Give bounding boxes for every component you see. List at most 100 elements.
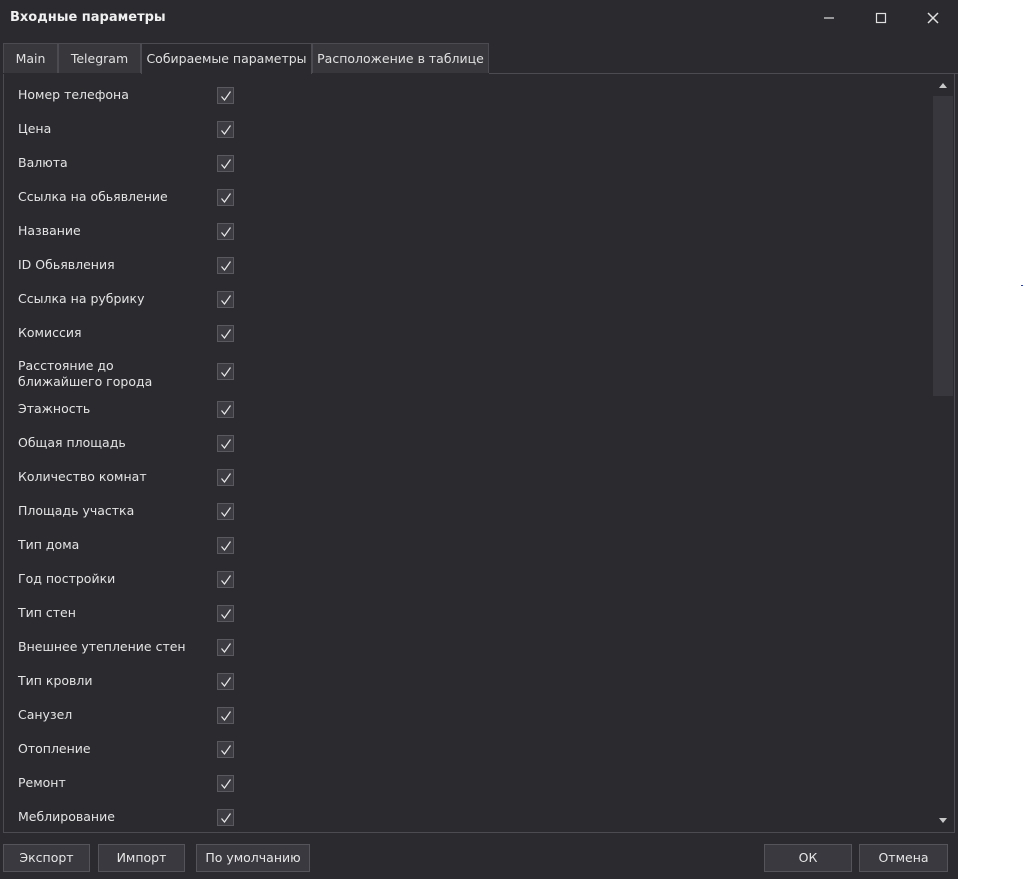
param-row: Санузел: [18, 702, 238, 736]
param-checkbox[interactable]: [217, 290, 234, 308]
param-row: Цена: [18, 116, 238, 150]
param-checkbox[interactable]: [217, 154, 234, 172]
param-label: Валюта: [18, 155, 68, 170]
checkmark-icon: [221, 158, 231, 169]
checkmark-icon: [221, 642, 231, 653]
param-label: Ремонт: [18, 775, 66, 790]
minimize-button[interactable]: [816, 6, 842, 30]
param-row: Общая площадь: [18, 430, 238, 464]
param-checkbox[interactable]: [217, 188, 234, 206]
param-checkbox[interactable]: [217, 502, 234, 520]
param-row: Отопление: [18, 736, 238, 770]
param-row: Расстояние до ближайшего города: [18, 354, 238, 396]
param-row: Тип стен: [18, 600, 238, 634]
tab-telegram[interactable]: Telegram: [58, 43, 141, 73]
checkmark-icon: [221, 90, 231, 101]
checkmark-icon: [221, 744, 231, 755]
param-row: Номер телефона: [18, 82, 238, 116]
defaults-button[interactable]: По умолчанию: [196, 844, 310, 872]
param-label: Внешнее утепление стен: [18, 639, 186, 654]
checkmark-icon: [221, 124, 231, 135]
checkmark-icon: [221, 778, 231, 789]
param-label: Меблирование: [18, 809, 115, 824]
param-row: Меблирование: [18, 804, 238, 832]
button-bar: Экспорт Импорт По умолчанию ОК Отмена: [0, 833, 958, 879]
checkmark-icon: [221, 404, 231, 415]
param-row: ID Обьявления: [18, 252, 238, 286]
checkmark-icon: [221, 710, 231, 721]
scroll-up-icon[interactable]: [937, 80, 949, 90]
params-panel: Номер телефона Цена Валюта Ссылка на обьявл…: [3, 74, 955, 833]
param-checkbox[interactable]: [217, 604, 234, 622]
param-label: Общая площадь: [18, 435, 126, 450]
param-checkbox[interactable]: [217, 774, 234, 792]
param-checkbox[interactable]: [217, 400, 234, 418]
param-label: Тип дома: [18, 537, 80, 552]
param-checkbox[interactable]: [217, 86, 234, 104]
param-row: Название: [18, 218, 238, 252]
param-label: Тип кровли: [18, 673, 93, 688]
tab-table-layout[interactable]: Расположение в таблице: [312, 43, 489, 73]
param-checkbox[interactable]: [217, 362, 234, 380]
param-label: Этажность: [18, 401, 91, 416]
param-checkbox[interactable]: [217, 740, 234, 758]
param-label: ID Обьявления: [18, 257, 115, 272]
param-label: Количество комнат: [18, 469, 147, 484]
close-button[interactable]: [920, 6, 946, 30]
param-row: Год постройки: [18, 566, 238, 600]
tab-main[interactable]: Main: [3, 43, 58, 73]
param-label: Тип стен: [18, 605, 76, 620]
checkmark-icon: [221, 260, 231, 271]
tab-collected-params[interactable]: Собираемые параметры: [141, 43, 312, 74]
checkmark-icon: [221, 812, 231, 823]
scrollbar-thumb[interactable]: [933, 96, 953, 396]
param-label: Комиссия: [18, 325, 82, 340]
checkmark-icon: [221, 366, 231, 377]
checkmark-icon: [221, 226, 231, 237]
param-row: Тип кровли: [18, 668, 238, 702]
param-checkbox[interactable]: [217, 434, 234, 452]
param-checkbox[interactable]: [217, 222, 234, 240]
checkmark-icon: [221, 438, 231, 449]
cancel-button[interactable]: Отмена: [859, 844, 948, 872]
checkmark-icon: [221, 506, 231, 517]
param-label: Площадь участка: [18, 503, 135, 518]
param-label: Санузел: [18, 707, 73, 722]
param-label: Ссылка на обьявление: [18, 189, 168, 204]
param-label: Название: [18, 223, 81, 238]
ok-button[interactable]: ОК: [764, 844, 852, 872]
close-icon: [927, 12, 939, 24]
param-row: Комиссия: [18, 320, 238, 354]
checkmark-icon: [221, 676, 231, 687]
param-checkbox[interactable]: [217, 706, 234, 724]
param-label: Цена: [18, 121, 52, 136]
scroll-down-icon[interactable]: [937, 815, 949, 825]
param-row: Внешнее утепление стен: [18, 634, 238, 668]
param-checkbox[interactable]: [217, 638, 234, 656]
param-checkbox[interactable]: [217, 256, 234, 274]
param-row: Ссылка на рубрику: [18, 286, 238, 320]
param-checkbox[interactable]: [217, 536, 234, 554]
param-checkbox[interactable]: [217, 120, 234, 138]
param-checkbox[interactable]: [217, 570, 234, 588]
checkmark-icon: [221, 192, 231, 203]
checkmark-icon: [221, 294, 231, 305]
export-button[interactable]: Экспорт: [3, 844, 90, 872]
param-checkbox[interactable]: [217, 468, 234, 486]
param-row: Тип дома: [18, 532, 238, 566]
param-label: Год постройки: [18, 571, 116, 586]
param-label: Отопление: [18, 741, 91, 756]
maximize-icon: [875, 12, 887, 24]
import-button[interactable]: Импорт: [98, 844, 185, 872]
checkmark-icon: [221, 574, 231, 585]
param-row: Количество комнат: [18, 464, 238, 498]
background-mark: [1021, 285, 1023, 286]
param-checkbox[interactable]: [217, 808, 234, 826]
param-checkbox[interactable]: [217, 324, 234, 342]
param-row: Ремонт: [18, 770, 238, 804]
param-label: Ссылка на рубрику: [18, 291, 145, 306]
param-checkbox[interactable]: [217, 672, 234, 690]
maximize-button[interactable]: [868, 6, 894, 30]
dialog-window: Входные параметры Main Telegram Собираем…: [0, 0, 958, 879]
minimize-icon: [824, 17, 834, 19]
